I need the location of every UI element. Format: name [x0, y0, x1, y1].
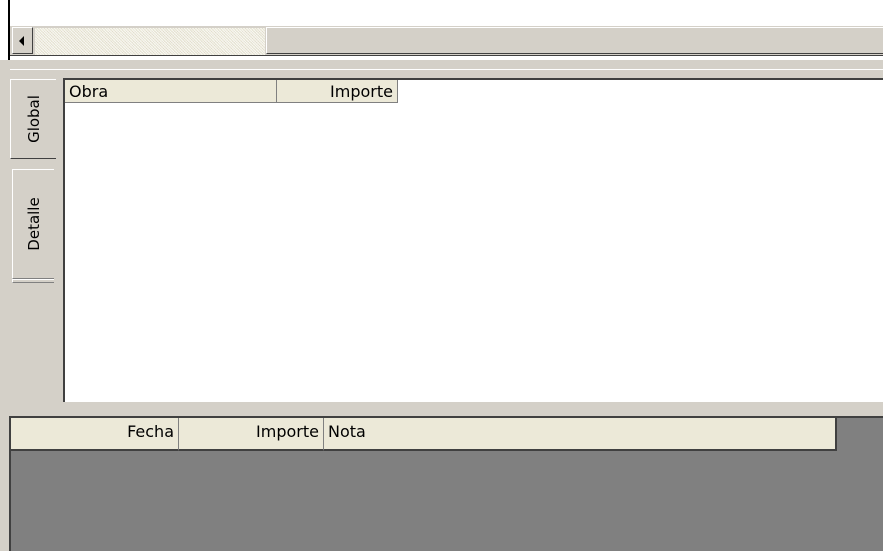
- scrollbar-track[interactable]: [35, 28, 265, 55]
- tab-detalle[interactable]: Detalle: [12, 169, 54, 279]
- column-header-nota[interactable]: Nota: [324, 418, 837, 451]
- tab-detalle-label: Detalle: [24, 197, 43, 251]
- arrow-left-icon: [19, 36, 24, 46]
- column-header-fecha[interactable]: Fecha: [11, 418, 179, 451]
- scroll-left-button[interactable]: [12, 27, 33, 54]
- column-header-obra[interactable]: Obra: [65, 80, 277, 103]
- global-list-header: Obra Importe: [65, 80, 398, 103]
- global-list-view[interactable]: Obra Importe: [63, 78, 883, 402]
- top-strip: [0, 0, 883, 60]
- detail-grid-header: Fecha Importe Nota: [11, 418, 837, 451]
- column-header-importe-detalle[interactable]: Importe: [179, 418, 324, 451]
- tab-global[interactable]: Global: [10, 79, 56, 159]
- tab-spacer: [12, 279, 54, 283]
- detail-grid[interactable]: Fecha Importe Nota: [9, 416, 883, 551]
- tab-global-label: Global: [24, 95, 43, 143]
- horizontal-scrollbar[interactable]: [10, 25, 883, 56]
- vertical-tab-strip: Global Detalle: [10, 71, 56, 401]
- scrollbar-thumb[interactable]: [266, 27, 883, 54]
- column-header-importe[interactable]: Importe: [277, 80, 398, 103]
